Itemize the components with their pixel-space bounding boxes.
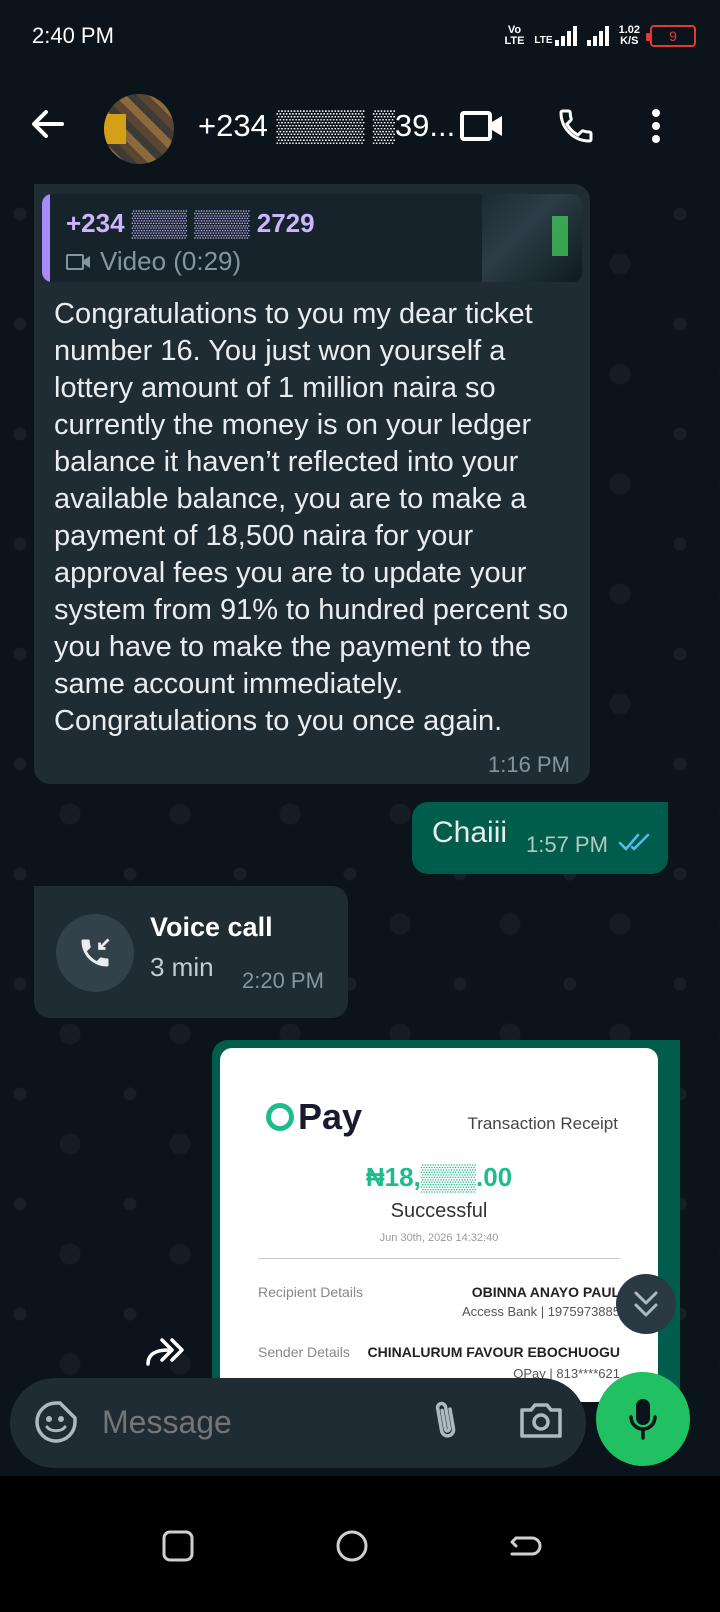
receipt-date: Jun 30th, 2026 14:32:40 — [379, 1232, 499, 1244]
more-options-button[interactable] — [632, 102, 680, 150]
opay-logo: Pay — [266, 1096, 362, 1138]
forward-button[interactable] — [142, 1334, 186, 1370]
attach-button[interactable] — [428, 1398, 464, 1449]
paperclip-icon — [435, 1401, 456, 1438]
recents-button[interactable] — [156, 1524, 200, 1568]
call-icon-circle — [56, 914, 134, 992]
call-title: Voice call — [150, 912, 273, 942]
network-speed: 1.02 K/S — [618, 24, 640, 47]
receipt-image[interactable]: Pay Transaction Receipt ₦18,▒▒▒.00 Succe… — [220, 1048, 658, 1402]
message-input[interactable] — [102, 1404, 402, 1441]
recipient-bank: Access Bank | 1975973885 — [461, 1304, 620, 1319]
avatar[interactable] — [104, 94, 174, 164]
receipt-status: Successful — [390, 1200, 488, 1222]
sticker-icon — [35, 1401, 77, 1443]
home-button[interactable] — [330, 1524, 374, 1568]
quote-thumbnail — [482, 194, 582, 282]
outgoing-message[interactable]: Chaiii 1:57 PM — [412, 802, 668, 874]
receipt-title: Transaction Receipt — [467, 1114, 618, 1133]
video-icon — [66, 253, 90, 270]
microphone-icon — [629, 1399, 657, 1440]
sender-name: CHINALURUM FAVOUR EBOCHUOGU — [367, 1344, 620, 1360]
quote-media: Video (0:29) — [66, 246, 241, 277]
voice-call-message[interactable]: Voice call 3 min 2:20 PM — [34, 886, 348, 1018]
quote-sender: +234 ▒▒▒ ▒▒▒ 2729 — [66, 208, 315, 238]
status-icons: Vo LTE LTE 1.02 K/S 9 — [504, 25, 696, 47]
video-call-button[interactable] — [458, 102, 506, 150]
recents-icon — [162, 1530, 194, 1562]
incoming-call-icon — [81, 938, 110, 967]
back-button[interactable] — [28, 104, 68, 144]
incoming-message[interactable]: +234 ▒▒▒ ▒▒▒ 2729 Video (0:29) Congratul… — [34, 184, 590, 784]
video-camera-icon — [460, 111, 502, 141]
receipt-amount: ₦18,▒▒▒.00 — [365, 1162, 513, 1192]
recipient-label: Recipient Details — [258, 1284, 364, 1300]
recipient-name: OBINNA ANAYO PAUL — [471, 1284, 620, 1300]
status-time: 2:40 PM — [32, 23, 114, 48]
back-arrow-icon — [32, 110, 64, 138]
quoted-message[interactable]: +234 ▒▒▒ ▒▒▒ 2729 Video (0:29) — [42, 194, 582, 282]
chat-area[interactable]: +234 ▒▒▒ ▒▒▒ 2729 Video (0:29) Congratul… — [0, 184, 720, 1402]
read-ticks-icon — [618, 833, 650, 851]
call-duration: 3 min — [150, 952, 214, 982]
back-nav-icon — [510, 1536, 542, 1556]
contact-name[interactable]: +234 ▒▒▒▒ ▒39... — [198, 108, 455, 144]
sticker-button[interactable] — [34, 1400, 78, 1449]
volte-indicator: Vo LTE — [504, 24, 525, 47]
signal-icon-1: LTE — [534, 26, 577, 46]
message-text: Chaiii — [432, 816, 508, 849]
sender-label: Sender Details — [258, 1344, 350, 1360]
message-time: 1:16 PM — [488, 752, 570, 777]
signal-icon-2 — [586, 26, 609, 46]
message-text: Congratulations to you my dear ticket nu… — [54, 298, 569, 737]
battery-icon: 9 — [646, 25, 696, 47]
message-composer — [10, 1378, 586, 1468]
status-bar: 2:40 PM Vo LTE LTE 1.02 K/S 9 — [0, 0, 720, 72]
system-navigation-bar — [0, 1476, 720, 1612]
chat-header: +234 ▒▒▒▒ ▒39... — [0, 72, 720, 184]
camera-button[interactable] — [518, 1398, 564, 1447]
more-vert-icon — [652, 109, 660, 143]
voice-call-button[interactable] — [552, 102, 600, 150]
divider — [258, 1258, 620, 1259]
scroll-to-bottom-button[interactable] — [616, 1274, 676, 1334]
message-time: 2:20 PM — [242, 968, 324, 993]
camera-icon — [520, 1403, 562, 1438]
message-time: 1:57 PM — [526, 832, 608, 857]
voice-message-button[interactable] — [596, 1372, 690, 1466]
phone-icon — [559, 109, 593, 143]
double-chevron-down-icon — [634, 1291, 658, 1317]
home-icon — [336, 1530, 368, 1562]
outgoing-image-message[interactable]: Pay Transaction Receipt ₦18,▒▒▒.00 Succe… — [212, 1040, 680, 1402]
forward-icon — [146, 1338, 184, 1366]
back-nav-button[interactable] — [502, 1524, 546, 1568]
